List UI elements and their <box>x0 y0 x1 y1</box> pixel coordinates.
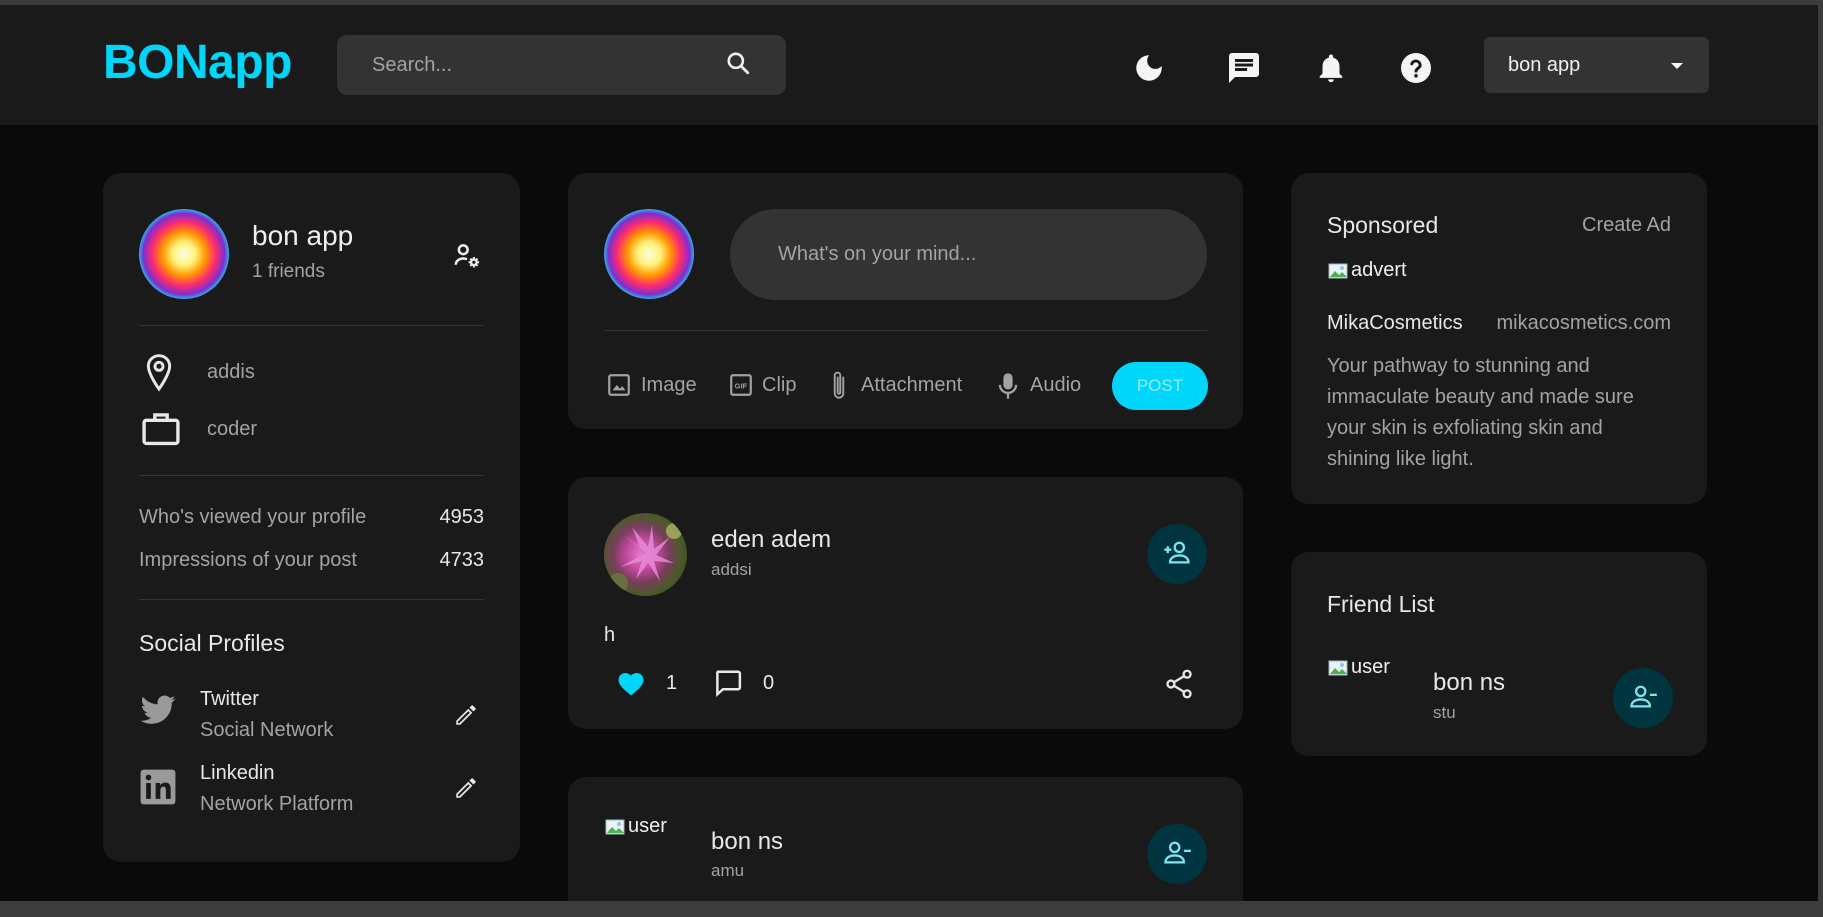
advert-image: advert <box>1327 259 1407 282</box>
edit-twitter-icon[interactable] <box>453 702 479 733</box>
sponsor-site[interactable]: mikacosmetics.com <box>1497 312 1671 335</box>
social-profiles-heading: Social Profiles <box>139 630 285 656</box>
social-type: Social Network <box>200 719 334 741</box>
brand-logo[interactable]: BONapp <box>103 35 293 90</box>
window-bottom-border <box>0 901 1823 917</box>
window-right-border <box>1818 0 1823 917</box>
paperclip-icon[interactable] <box>828 370 850 407</box>
user-menu-label: bon app <box>1508 53 1581 76</box>
stat-label: Impressions of your post <box>139 549 357 571</box>
friend-avatar[interactable]: user <box>1327 656 1390 679</box>
profile-location: addis <box>207 361 255 383</box>
social-name: Twitter <box>200 688 259 710</box>
manage-account-icon[interactable] <box>452 241 482 276</box>
comment-count: 0 <box>763 672 775 694</box>
profile-name[interactable]: bon app <box>252 220 353 252</box>
stat-value: 4733 <box>439 549 485 571</box>
sponsor-description: Your pathway to stunning and immaculate … <box>1327 355 1634 470</box>
messages-icon[interactable] <box>1226 50 1262 86</box>
user-menu-select[interactable]: bon app <box>1484 37 1709 93</box>
post-author-location: amu <box>711 861 745 880</box>
add-friend-button[interactable] <box>1147 524 1207 584</box>
svg-text:GIF: GIF <box>735 381 748 390</box>
divider <box>139 325 484 326</box>
post-author-avatar[interactable]: user <box>604 815 667 838</box>
divider <box>139 475 484 476</box>
gif-icon[interactable]: GIF <box>728 372 754 403</box>
add-friend-icon <box>1162 539 1192 570</box>
post-author-avatar[interactable] <box>604 513 687 596</box>
linkedin-icon <box>139 768 177 811</box>
composer-image-label[interactable]: Image <box>641 374 697 397</box>
remove-friend-icon <box>1162 839 1192 870</box>
help-icon[interactable] <box>1398 50 1434 86</box>
divider <box>139 599 484 600</box>
post-author-name[interactable]: bon ns <box>711 828 783 856</box>
post-button[interactable]: POST <box>1112 362 1208 410</box>
profile-card: bon app 1 friends addis coder Who's view… <box>103 173 520 862</box>
friend-list-card: Friend List user bon ns stu <box>1291 552 1707 756</box>
twitter-icon <box>139 695 177 732</box>
broken-image-alt: user <box>628 815 667 837</box>
like-heart-icon[interactable] <box>616 669 646 702</box>
search-box[interactable] <box>337 35 786 95</box>
broken-image-alt: user <box>1351 656 1390 678</box>
chevron-down-icon <box>1669 54 1685 77</box>
broken-image-icon <box>1327 658 1349 678</box>
notifications-icon[interactable] <box>1313 50 1349 86</box>
broken-image-icon <box>1327 261 1349 281</box>
image-icon[interactable] <box>606 372 632 403</box>
profile-avatar[interactable] <box>139 209 229 299</box>
location-icon <box>143 353 175 398</box>
sponsored-heading: Sponsored <box>1327 212 1439 238</box>
social-type: Network Platform <box>200 793 354 815</box>
sponsor-brand: MikaCosmetics <box>1327 312 1463 334</box>
composer-clip-label[interactable]: Clip <box>762 374 796 397</box>
dark-mode-icon[interactable] <box>1131 50 1167 86</box>
whats-on-your-mind-input[interactable]: What's on your mind... <box>730 209 1207 300</box>
friend-list-heading: Friend List <box>1327 591 1435 617</box>
sponsored-card: Sponsored Create Ad advert MikaCosmetics… <box>1291 173 1707 504</box>
divider <box>604 330 1207 331</box>
broken-image-icon <box>604 817 626 837</box>
remove-friend-button[interactable] <box>1147 824 1207 884</box>
friend-location: stu <box>1433 703 1456 722</box>
post-author-name[interactable]: eden adem <box>711 526 831 554</box>
create-ad-link[interactable]: Create Ad <box>1582 214 1671 237</box>
profile-occupation: coder <box>207 418 258 440</box>
broken-image-alt: advert <box>1351 259 1407 281</box>
share-icon[interactable] <box>1165 669 1193 704</box>
stat-label: Who's viewed your profile <box>139 506 367 528</box>
profile-friends-count: 1 friends <box>252 261 325 282</box>
composer-avatar[interactable] <box>604 209 694 299</box>
post-card <box>568 777 1243 901</box>
edit-linkedin-icon[interactable] <box>453 775 479 806</box>
remove-friend-button[interactable] <box>1613 668 1673 728</box>
comment-icon[interactable] <box>713 668 743 703</box>
top-navbar: BONapp bon app <box>0 5 1818 125</box>
microphone-icon[interactable] <box>996 371 1020 406</box>
remove-friend-icon <box>1628 683 1658 714</box>
like-count: 1 <box>666 672 678 694</box>
composer-audio-label[interactable]: Audio <box>1030 374 1081 397</box>
briefcase-icon <box>141 409 181 452</box>
post-text: h <box>604 624 616 646</box>
stat-value: 4953 <box>439 506 485 528</box>
social-name: Linkedin <box>200 762 275 784</box>
search-icon[interactable] <box>725 50 751 81</box>
composer-attachment-label[interactable]: Attachment <box>861 374 962 397</box>
friend-name[interactable]: bon ns <box>1433 669 1505 697</box>
search-input[interactable] <box>372 53 725 77</box>
post-author-location: addsi <box>711 560 752 579</box>
